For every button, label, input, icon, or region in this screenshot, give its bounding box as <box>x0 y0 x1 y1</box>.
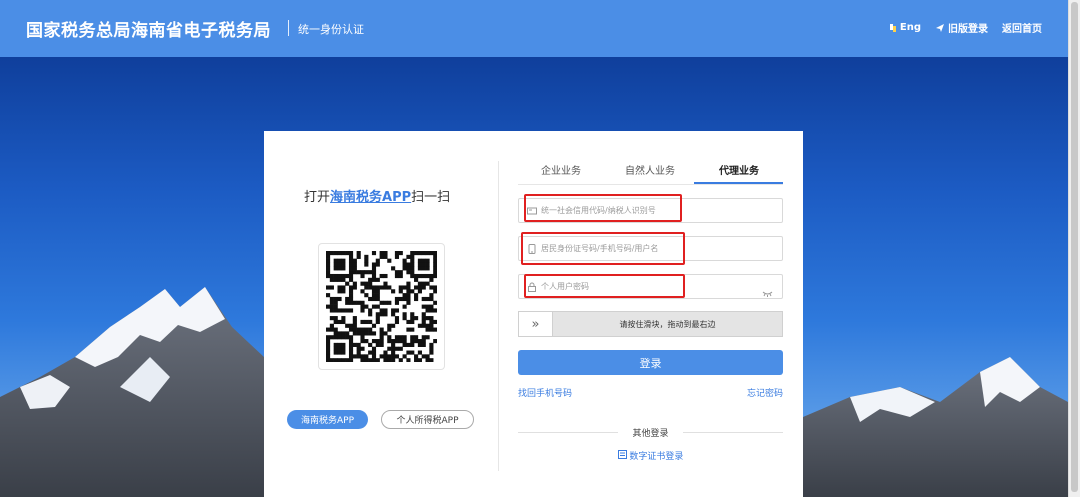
top-header: 国家税务总局海南省电子税务局 统一身份认证 Eng 旧版登录 返回首页 <box>0 0 1080 57</box>
cert-login-link[interactable]: 数字证书登录 <box>518 449 783 462</box>
nav-home[interactable]: 返回首页 <box>1002 20 1042 35</box>
qr-login-panel: 打开海南税务APP扫一扫 海南税务APP 个人所得税APP <box>264 131 499 497</box>
forgot-password-link[interactable]: 忘记密码 <box>747 386 783 399</box>
certificate-icon <box>617 450 630 462</box>
qr-code-image <box>326 251 438 363</box>
business-tabs: 企业业务 自然人业务 代理业务 <box>518 158 783 185</box>
nav-old-login[interactable]: 旧版登录 <box>935 20 988 35</box>
eye-closed-icon[interactable] <box>762 282 773 301</box>
nav-english[interactable]: Eng <box>889 20 921 35</box>
login-card: 打开海南税务APP扫一扫 海南税务APP 个人所得税APP 企业业务 自然人业务… <box>264 131 803 497</box>
nav-old-login-label: 旧版登录 <box>948 24 988 35</box>
tab-enterprise[interactable]: 企业业务 <box>541 162 581 177</box>
app-switcher: 海南税务APP 个人所得税APP <box>287 410 474 429</box>
scrollbar-thumb[interactable] <box>1071 2 1078 492</box>
app-button-iit[interactable]: 个人所得税APP <box>381 410 474 429</box>
top-nav: Eng 旧版登录 返回首页 <box>889 20 1042 35</box>
send-icon <box>936 23 944 32</box>
scan-prefix: 打开 <box>304 190 331 205</box>
site-subtitle: 统一身份认证 <box>298 23 364 36</box>
tab-agent[interactable]: 代理业务 <box>719 162 759 177</box>
slide-captcha[interactable]: » 请按住滑块，拖动到最右边 <box>518 311 783 337</box>
highlight-box-password <box>524 274 685 298</box>
cert-login-label: 数字证书登录 <box>629 452 684 462</box>
page-scrollbar[interactable] <box>1068 0 1080 497</box>
other-login-divider: 其他登录 <box>518 426 783 439</box>
active-tab-indicator <box>694 182 783 184</box>
slider-handle[interactable]: » <box>519 312 553 336</box>
double-chevron-right-icon: » <box>531 316 540 332</box>
language-icon <box>889 23 896 32</box>
scan-suffix: 扫一扫 <box>411 190 451 205</box>
panel-divider <box>498 161 499 471</box>
divider-line-right <box>683 432 783 433</box>
qr-code <box>318 243 445 370</box>
login-button[interactable]: 登录 <box>518 350 783 375</box>
site-title: 国家税务总局海南省电子税务局 <box>26 21 271 41</box>
title-separator <box>288 20 289 36</box>
scan-instruction: 打开海南税务APP扫一扫 <box>304 186 450 205</box>
scan-app-name[interactable]: 海南税务APP <box>330 190 411 205</box>
slider-instruction: 请按住滑块，拖动到最右边 <box>619 319 716 329</box>
highlight-box-credit-code <box>524 194 682 222</box>
account-login-panel: 企业业务 自然人业务 代理业务 统一社会信用代码/纳税人识别号 居民身份证号码/… <box>518 131 783 497</box>
app-button-hainan[interactable]: 海南税务APP <box>287 410 368 429</box>
find-phone-link[interactable]: 找回手机号码 <box>518 386 572 399</box>
highlight-box-user-id <box>521 232 685 265</box>
nav-home-label: 返回首页 <box>1002 24 1042 35</box>
tab-individual[interactable]: 自然人业务 <box>625 162 675 177</box>
nav-english-label: Eng <box>899 22 921 33</box>
